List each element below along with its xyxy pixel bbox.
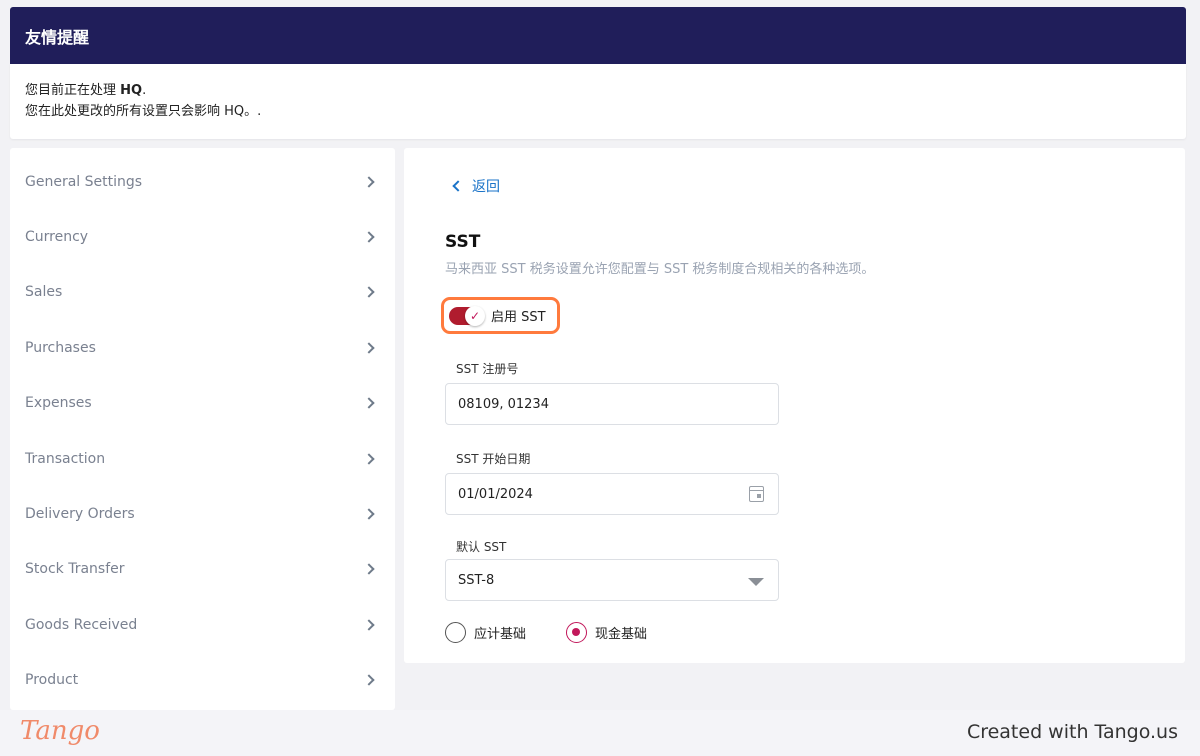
chevron-right-icon xyxy=(363,563,375,576)
notice-line-1: 您目前正在处理 HQ. xyxy=(25,83,147,98)
sidebar-item-label: Product xyxy=(25,672,79,689)
enable-sst-toggle[interactable]: ✓ xyxy=(449,305,485,326)
chevron-right-icon xyxy=(363,508,375,520)
sidebar-item-product[interactable]: Product xyxy=(10,653,395,708)
sst-settings-panel: 返回 SST 马来西亚 SST 税务设置允许您配置与 SST 税务制度合规相关的… xyxy=(404,148,1185,663)
basis-radio-group: 应计基础 现金基础 xyxy=(445,622,647,643)
chevron-right-icon xyxy=(363,674,375,686)
check-icon: ✓ xyxy=(465,305,485,326)
radio-label: 应计基础 xyxy=(474,627,527,642)
sidebar-item-general-settings[interactable]: General Settings xyxy=(10,154,395,209)
page-title: SST xyxy=(445,232,481,252)
notice-entity: HQ xyxy=(120,83,143,98)
sidebar-item-label: Stock Transfer xyxy=(25,561,125,578)
sidebar-item-transaction[interactable]: Transaction xyxy=(10,431,395,486)
accrual-basis-radio[interactable]: 应计基础 xyxy=(445,622,526,643)
sidebar-item-goods-received[interactable]: Goods Received xyxy=(10,597,395,652)
tango-logo: Tango xyxy=(20,716,100,746)
sidebar-item-label: Currency xyxy=(25,229,89,246)
sidebar-item-currency[interactable]: Currency xyxy=(10,209,395,264)
notice-line-2: 您在此处更改的所有设置只会影响 HQ。. xyxy=(25,104,262,119)
sidebar-item-label: Delivery Orders xyxy=(25,506,135,523)
sst-reg-no-input[interactable]: 08109, 01234 xyxy=(445,383,779,425)
chevron-right-icon xyxy=(363,452,375,465)
default-sst-value: SST-8 xyxy=(458,572,495,588)
page-description: 马来西亚 SST 税务设置允许您配置与 SST 税务制度合规相关的各种选项。 xyxy=(445,262,875,277)
chevron-right-icon xyxy=(363,231,375,243)
sidebar-item-label: Goods Received xyxy=(25,616,138,633)
settings-sidebar: General Settings Currency Sales Purchase… xyxy=(10,148,395,710)
sidebar-item-delivery-orders[interactable]: Delivery Orders xyxy=(10,486,395,541)
sidebar-item-label: Purchases xyxy=(25,339,96,356)
sst-reg-no-value: 08109, 01234 xyxy=(458,396,549,412)
sidebar-item-sales[interactable]: Sales xyxy=(10,265,395,320)
sidebar-item-label: Expenses xyxy=(25,395,92,412)
tango-footer: Tango Created with Tango.us xyxy=(0,710,1200,756)
radio-checked-icon xyxy=(566,622,588,643)
chevron-right-icon xyxy=(363,619,375,631)
calendar-icon[interactable] xyxy=(749,486,764,502)
enable-sst-label: 启用 SST xyxy=(491,310,546,325)
sidebar-item-label: General Settings xyxy=(25,173,143,190)
notice-title: 友情提醒 xyxy=(25,27,90,47)
back-link[interactable]: 返回 xyxy=(452,176,500,196)
sidebar-item-expenses[interactable]: Expenses xyxy=(10,376,395,431)
chevron-left-icon xyxy=(452,180,464,192)
sst-reg-no-label: SST 注册号 xyxy=(456,362,519,376)
footer-credit: Created with Tango.us xyxy=(966,721,1178,743)
default-sst-label: 默认 SST xyxy=(456,540,507,554)
notice-banner-body: 您目前正在处理 HQ. 您在此处更改的所有设置只会影响 HQ。. xyxy=(10,64,1186,139)
sst-start-date-input[interactable]: 01/01/2024 xyxy=(445,473,779,515)
radio-unchecked-icon xyxy=(445,622,466,643)
back-label: 返回 xyxy=(472,179,500,195)
cash-basis-radio[interactable]: 现金基础 xyxy=(566,622,647,643)
default-sst-select[interactable]: SST-8 xyxy=(445,559,779,601)
radio-label: 现金基础 xyxy=(595,627,648,642)
sidebar-item-purchases[interactable]: Purchases xyxy=(10,320,395,375)
sidebar-item-label: Transaction xyxy=(25,450,106,467)
chevron-right-icon xyxy=(363,397,375,409)
chevron-right-icon xyxy=(363,286,375,299)
notice-banner-header: 友情提醒 xyxy=(10,7,1186,64)
sidebar-item-stock-transfer[interactable]: Stock Transfer xyxy=(10,542,395,597)
sidebar-item-label: Sales xyxy=(25,284,63,301)
caret-down-icon xyxy=(748,578,764,586)
enable-sst-highlight: ✓ 启用 SST xyxy=(441,297,560,334)
sst-start-date-value: 01/01/2024 xyxy=(458,486,533,502)
chevron-right-icon xyxy=(363,176,375,188)
sst-start-date-label: SST 开始日期 xyxy=(456,452,531,466)
chevron-right-icon xyxy=(363,342,375,354)
